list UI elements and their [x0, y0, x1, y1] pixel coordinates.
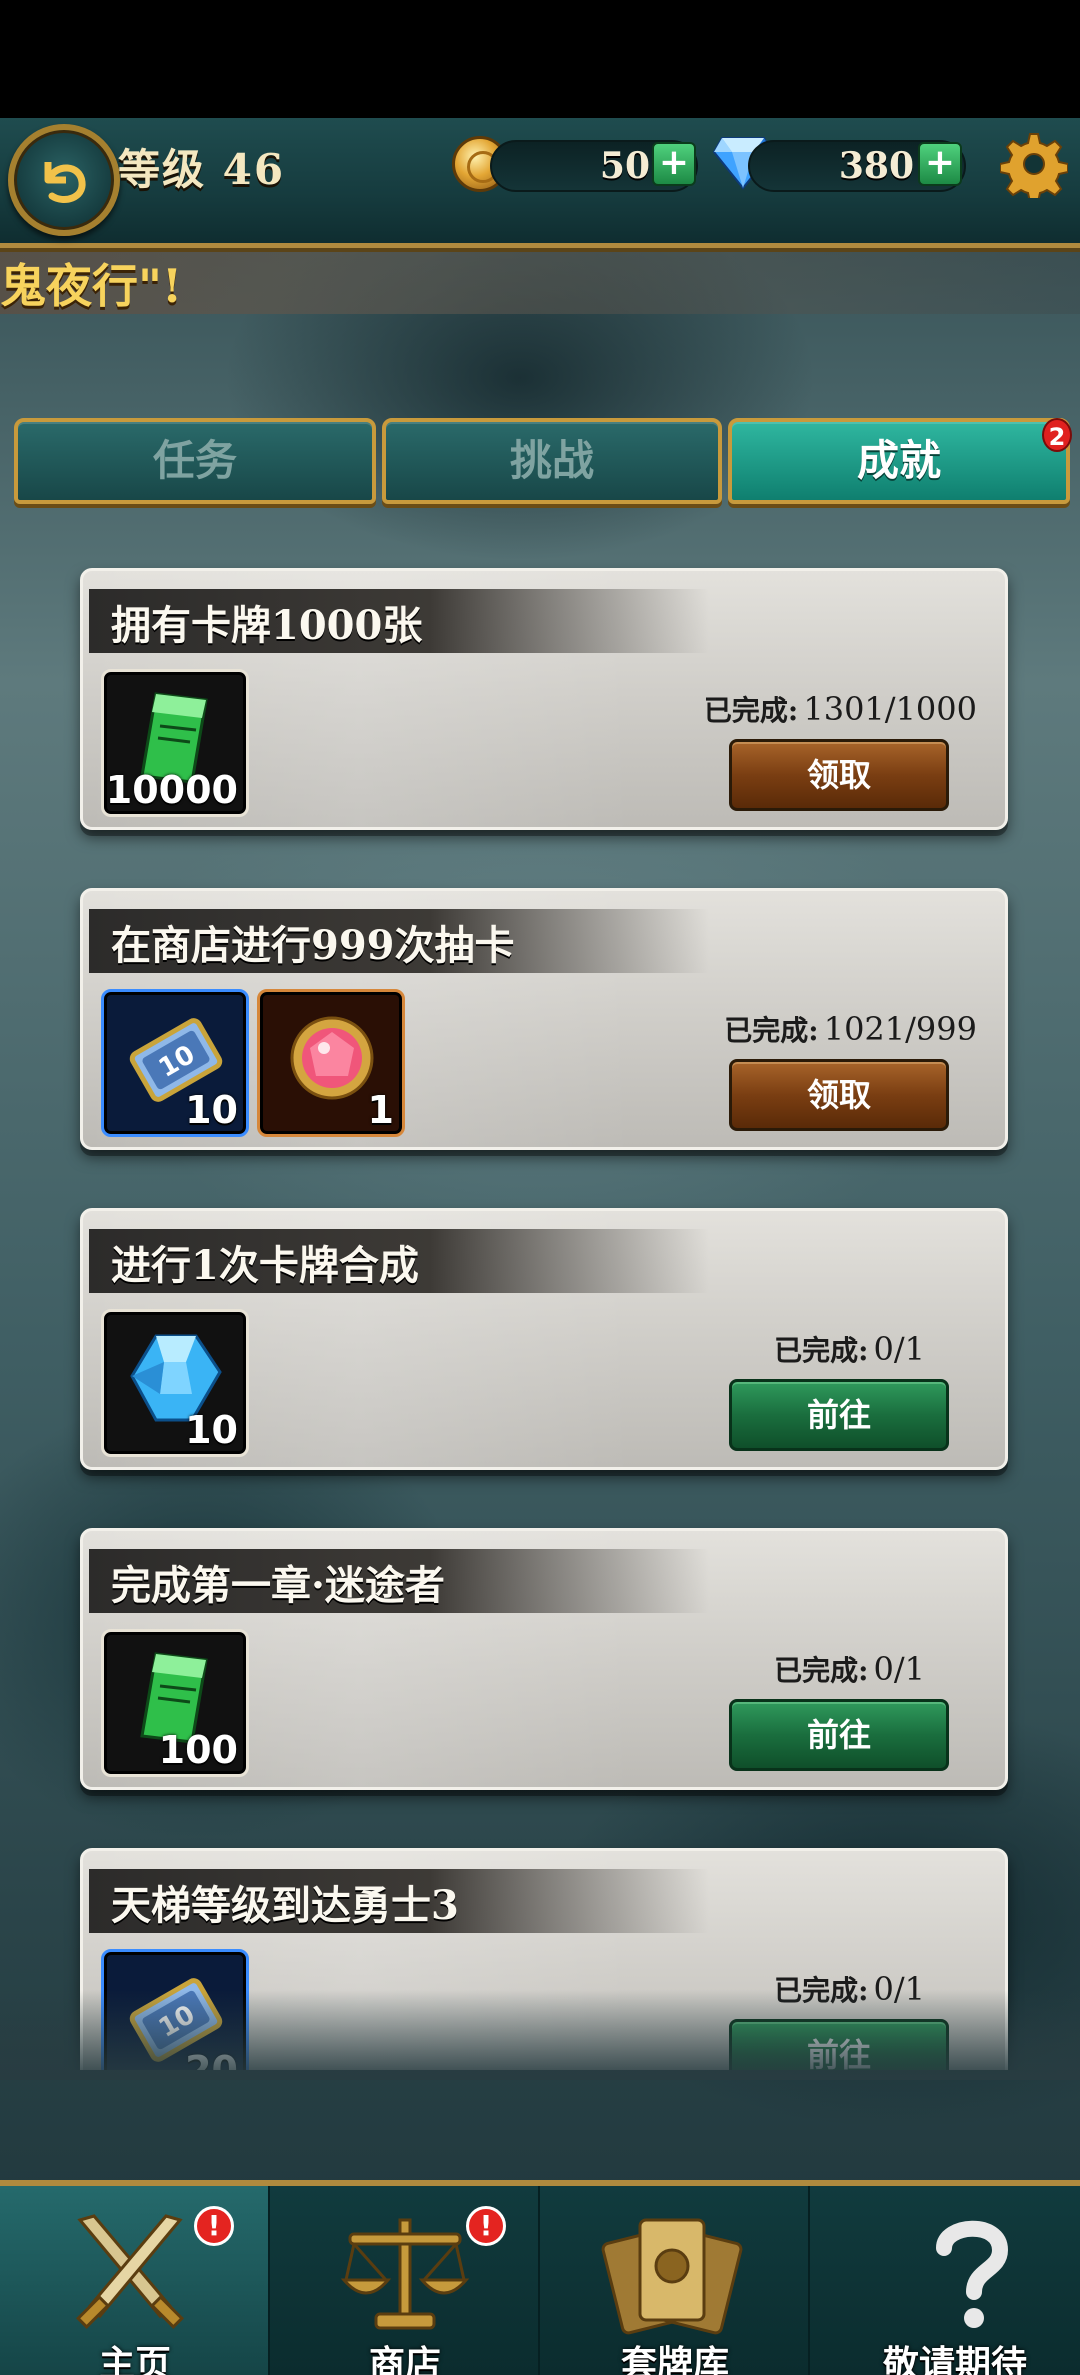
claim-button[interactable]: 领取 — [729, 739, 949, 811]
nav-deck-library-label: 套牌库 — [620, 2343, 729, 2375]
progress-value: 0/1 — [873, 1330, 926, 1368]
coin-amount: 50 — [599, 145, 650, 187]
diamond-amount: 380 — [838, 145, 914, 187]
scales-icon — [340, 2218, 470, 2330]
reward-slot[interactable]: 10 10 — [101, 989, 249, 1137]
card-deck-icon — [601, 2218, 743, 2335]
reward-slot[interactable]: 1 — [257, 989, 405, 1137]
reward-slot[interactable]: 100 — [101, 1629, 249, 1777]
reward-count: 10000 — [105, 768, 238, 812]
progress-value: 1301/1000 — [803, 690, 977, 728]
tab-challenges[interactable]: 挑战 — [382, 418, 722, 504]
player-level: 等级 46 — [118, 145, 286, 194]
home-alert-badge: ! — [194, 2206, 234, 2246]
achievement-title: 天梯等级到达勇士3 — [111, 1882, 459, 1929]
list-fade — [0, 1990, 1080, 2080]
achievement-title: 拥有卡牌1000张 — [111, 602, 423, 649]
go-button[interactable]: 前往 — [729, 1379, 949, 1451]
tab-tasks[interactable]: 任务 — [14, 418, 376, 504]
reward-slot[interactable]: 10 — [101, 1309, 249, 1457]
status-bar — [0, 0, 1080, 118]
achievement-card: 进行1次卡牌合成 10 已完成: 0/1 前往 — [80, 1208, 1008, 1470]
progress-label: 已完成: — [703, 694, 799, 727]
crossed-swords-icon — [76, 2214, 184, 2329]
reward-count: 10 — [185, 1408, 238, 1452]
reward-count: 1 — [367, 1088, 394, 1132]
nav-coming-soon-label: 敬请期待 — [882, 2343, 1027, 2375]
tab-achievements[interactable]: 成就 — [728, 418, 1070, 504]
nav-shop-label: 商店 — [368, 2343, 441, 2375]
settings-gear-icon[interactable] — [1000, 130, 1068, 198]
achievement-title: 进行1次卡牌合成 — [111, 1242, 419, 1289]
add-diamonds-button[interactable]: + — [918, 142, 962, 186]
achievement-progress: 已完成: 1021/999 — [724, 1009, 977, 1049]
achievements-count-badge: 2 — [1042, 418, 1072, 452]
back-arrow-icon — [44, 162, 86, 203]
achievement-progress: 已完成: 0/1 — [774, 1329, 925, 1369]
question-mark-icon — [936, 2220, 1009, 2328]
achievement-progress: 已完成: 0/1 — [774, 1649, 925, 1689]
add-coins-button[interactable]: + — [652, 142, 696, 186]
achievement-card: 拥有卡牌1000张 10000 已完成: 1301/1000 领取 — [80, 568, 1008, 830]
reward-slot[interactable]: 10000 — [101, 669, 249, 817]
nav-home-label: 主页 — [98, 2343, 171, 2375]
progress-label: 已完成: — [724, 1014, 819, 1047]
achievement-card: 在商店进行999次抽卡 10 10 1 已完成: 1021/999 领取 — [80, 888, 1008, 1150]
progress-label: 已完成: — [774, 1334, 869, 1367]
reward-count: 100 — [158, 1728, 238, 1772]
achievement-list[interactable]: 拥有卡牌1000张 10000 已完成: 1301/1000 领取 在商店进行9… — [0, 560, 1080, 2070]
announcement-text: 鬼夜行"! — [0, 259, 183, 313]
progress-value: 1021/999 — [823, 1010, 977, 1048]
achievement-title: 完成第一章·迷途者 — [111, 1562, 445, 1609]
achievement-progress: 已完成: 1301/1000 — [704, 689, 977, 729]
achievement-card: 完成第一章·迷途者 100 已完成: 0/1 前往 — [80, 1528, 1008, 1790]
shop-alert-badge: ! — [466, 2206, 506, 2246]
progress-label: 已完成: — [774, 1654, 869, 1687]
go-button[interactable]: 前往 — [729, 1699, 949, 1771]
claim-button[interactable]: 领取 — [729, 1059, 949, 1131]
back-button[interactable] — [8, 124, 120, 236]
progress-value: 0/1 — [873, 1650, 926, 1688]
reward-count: 10 — [185, 1088, 238, 1132]
achievement-title: 在商店进行999次抽卡 — [111, 922, 515, 969]
